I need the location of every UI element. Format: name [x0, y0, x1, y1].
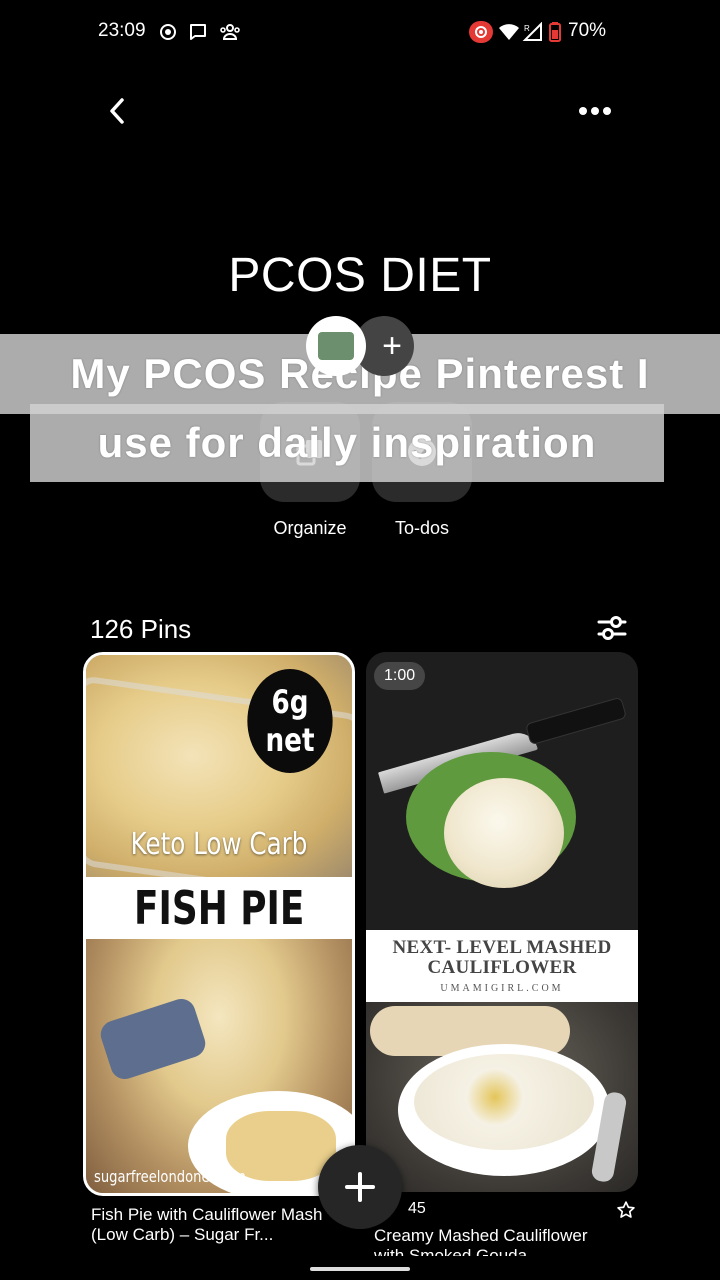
pin-image-bottom [86, 939, 352, 1193]
mash [414, 1054, 594, 1150]
pin-image-watermark: sugarfreelondoner.com [94, 1167, 246, 1186]
cauliflower-head [444, 778, 564, 888]
pin-card-mashed-cauliflower[interactable]: 1:00 NEXT- LEVEL MASHED CAULIFLOWER UMAM… [366, 652, 638, 1192]
pins-count: 126 Pins [90, 614, 192, 644]
signal-icon: R [521, 21, 543, 43]
battery-percent: 70% [568, 20, 607, 41]
home-indicator[interactable] [310, 1267, 410, 1271]
chevron-left-icon [110, 98, 124, 124]
plus-icon [345, 1172, 375, 1202]
avatar-image [318, 332, 354, 360]
screen-record-icon [469, 21, 493, 43]
pin-image-headline-band: FISH PIE [86, 877, 352, 939]
filter-sliders-icon [597, 616, 627, 640]
pin-video-top [366, 652, 638, 932]
board-owner-avatar[interactable] [306, 316, 366, 376]
status-bar: 23:09 R 70% [0, 0, 720, 64]
pin-image-bottom [366, 1002, 638, 1192]
people-icon [218, 21, 242, 43]
create-pin-button[interactable] [318, 1145, 402, 1229]
net-carbs-badge: 6g net [247, 669, 333, 773]
svg-text:R: R [524, 24, 530, 33]
board-title: PCOS DIET [228, 249, 492, 302]
badge-line-2: net [265, 721, 315, 759]
pin-title[interactable]: Creamy Mashed Cauliflower with Smoked Go… [374, 1226, 614, 1256]
pin-image-headline-band: NEXT- LEVEL MASHED CAULIFLOWER UMAMIGIRL… [366, 930, 638, 1002]
more-options-button[interactable] [574, 92, 616, 130]
video-duration-badge: 1:00 [374, 662, 426, 690]
star-icon [617, 1201, 635, 1218]
more-horizontal-icon [579, 107, 611, 115]
wifi-icon [498, 21, 520, 43]
pin-image-headline: FISH PIE [133, 881, 305, 935]
pin-card-fish-pie[interactable]: 6g net Keto Low Carb FISH PIE sugarfreel… [83, 652, 355, 1196]
favorite-button[interactable] [614, 1198, 638, 1222]
record-icon [157, 21, 179, 43]
pin-save-count: 45 [408, 1200, 426, 1217]
pin-image-subtitle: Keto Low Carb [130, 827, 308, 862]
plus-icon: + [382, 327, 402, 365]
status-time: 23:09 [98, 20, 146, 41]
message-icon [187, 21, 209, 43]
video-caption-line-2: use for daily inspiration [30, 404, 664, 482]
pin-image-site: UMAMIGIRL.COM [440, 983, 564, 994]
pin-image-headline: NEXT- LEVEL MASHED CAULIFLOWER [392, 937, 612, 978]
battery-icon [548, 21, 562, 43]
filter-button[interactable] [594, 610, 630, 646]
todos-label: To-dos [394, 518, 450, 538]
pin-title[interactable]: Fish Pie with Cauliflower Mash (Low Carb… [91, 1205, 341, 1245]
back-button[interactable] [100, 92, 134, 130]
knife-handle [524, 696, 628, 746]
badge-line-1: 6g [271, 683, 309, 721]
spatula [97, 995, 209, 1083]
